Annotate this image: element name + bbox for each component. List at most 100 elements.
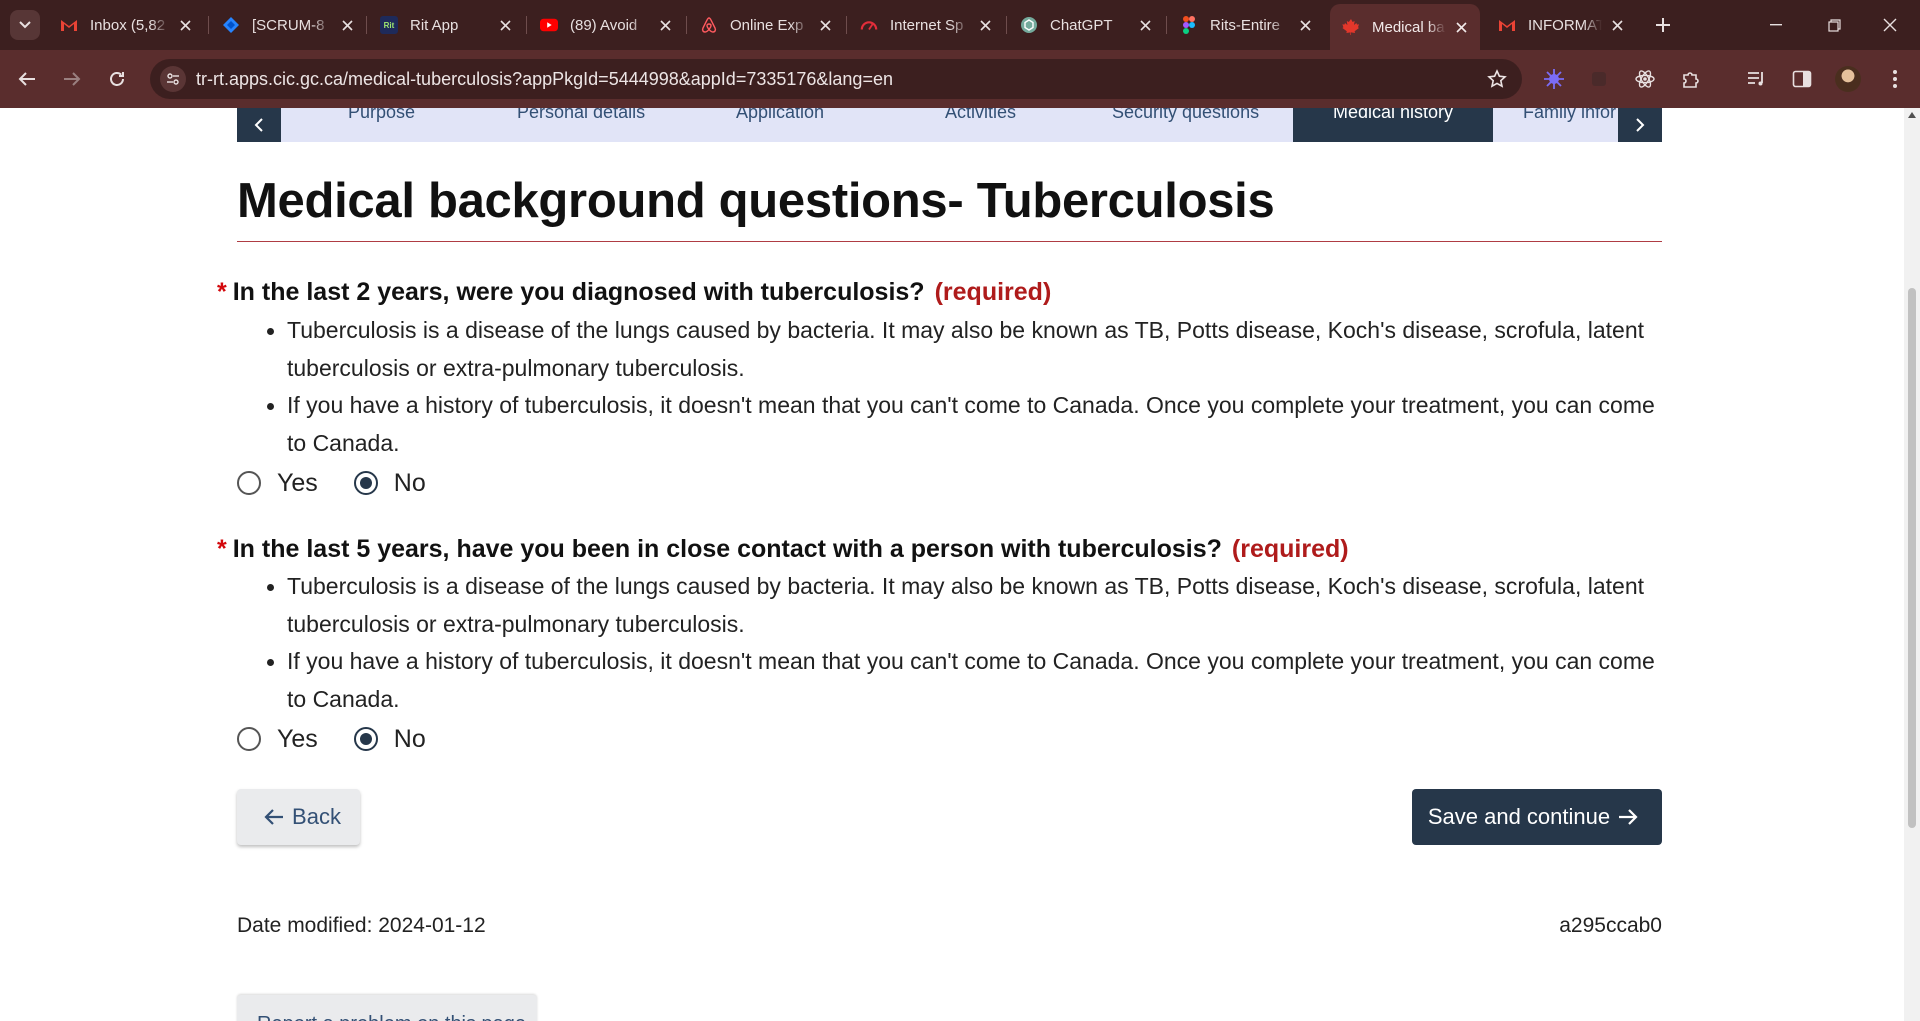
question-2-help-list: Tuberculosis is a disease of the lungs c… [267, 568, 1657, 718]
chevron-right-icon [1636, 118, 1645, 132]
extension-sparkle-button[interactable] [1541, 66, 1567, 92]
chatgpt-icon [1020, 16, 1038, 34]
tab-jira[interactable]: [SCRUM-8 [210, 8, 366, 42]
radio-label: Yes [277, 468, 318, 497]
react-icon [1635, 70, 1655, 88]
tab-gmail-information[interactable]: INFORMAT [1486, 8, 1636, 42]
tune-icon [167, 73, 179, 85]
close-icon[interactable] [1452, 18, 1470, 36]
close-icon[interactable] [656, 16, 674, 34]
step-medical-history[interactable]: Medical history [1293, 108, 1493, 142]
scroll-up-arrow-icon[interactable] [1908, 112, 1916, 118]
step-purpose[interactable]: Purpose [348, 108, 415, 136]
playlist-icon [1748, 72, 1763, 86]
tab-figma[interactable]: Rits-Entire [1168, 8, 1324, 42]
close-window-button[interactable] [1862, 0, 1918, 50]
step-family-information[interactable]: Family infor [1523, 108, 1618, 136]
plus-icon [1656, 18, 1670, 32]
step-prev-button[interactable] [237, 108, 281, 142]
save-and-continue-button[interactable]: Save and continue [1412, 789, 1662, 845]
scroll-thumb[interactable] [1908, 288, 1916, 828]
gmail-icon [1498, 16, 1516, 34]
close-icon[interactable] [176, 16, 194, 34]
tab-title: Rits-Entire [1210, 16, 1281, 34]
radio-option-yes[interactable]: Yes [237, 725, 318, 754]
page-viewport: Purpose Personal details Application Act… [0, 108, 1904, 1021]
radio-option-yes[interactable]: Yes [237, 469, 318, 498]
question-2-label: * In the last 5 years, have you been in c… [217, 535, 1349, 564]
side-panel-button[interactable] [1789, 66, 1815, 92]
jira-icon [222, 16, 240, 34]
new-tab-button[interactable] [1648, 10, 1678, 40]
url-text[interactable]: tr-rt.apps.cic.gc.ca/medical-tuberculosi… [196, 69, 893, 90]
figma-icon [1180, 16, 1198, 34]
tab-title: Internet Sp [890, 16, 964, 34]
profile-avatar[interactable] [1835, 66, 1861, 92]
tab-title: (89) Avoid [570, 16, 638, 34]
question-1-radio-group: Yes No [237, 468, 462, 498]
tab-youtube[interactable]: (89) Avoid [528, 8, 684, 42]
close-icon[interactable] [1296, 16, 1314, 34]
question-1-label: * In the last 2 years, were you diagnosed… [217, 278, 1051, 307]
radio-no-selected[interactable] [353, 471, 378, 495]
close-icon[interactable] [1136, 16, 1154, 34]
required-marker: (required) [1231, 535, 1349, 563]
close-icon[interactable] [1608, 16, 1626, 34]
tab-chatgpt[interactable]: ChatGPT [1008, 8, 1164, 42]
step-activities[interactable]: Activities [945, 108, 1016, 136]
forward-nav-button[interactable] [57, 64, 87, 94]
version-id: a295ccab0 [1559, 914, 1662, 937]
site-info-button[interactable] [160, 66, 186, 92]
step-security-questions[interactable]: Security questions [1112, 108, 1259, 136]
back-button[interactable]: Back [237, 789, 360, 845]
reload-icon [110, 72, 124, 86]
step-application[interactable]: Application [736, 108, 824, 136]
radio-yes[interactable] [237, 727, 261, 751]
airbnb-icon [700, 16, 718, 34]
step-next-button[interactable] [1618, 108, 1662, 142]
extensions-button[interactable] [1678, 66, 1704, 92]
extension-dark-button[interactable] [1586, 66, 1612, 92]
tab-title: Online Exp [730, 16, 804, 34]
tab-gmail-inbox[interactable]: Inbox (5,82 [48, 8, 204, 42]
radio-option-no[interactable]: No [353, 725, 426, 754]
close-icon[interactable] [976, 16, 994, 34]
save-button-label: Save and continue [1427, 804, 1611, 829]
report-problem-button[interactable]: Report a problem on this page [237, 995, 537, 1021]
close-icon[interactable] [816, 16, 834, 34]
tab-rit-app[interactable]: Rit Rit App [368, 8, 524, 42]
tab-speedtest[interactable]: Internet Sp [848, 8, 1004, 42]
arrow-left-icon [264, 809, 284, 825]
tab-airbnb[interactable]: Online Exp [688, 8, 844, 42]
browser-menu-button[interactable] [1882, 66, 1908, 92]
title-divider [237, 241, 1662, 242]
minimize-button[interactable] [1748, 0, 1804, 50]
bookmark-star-button[interactable] [1486, 68, 1508, 90]
radio-label: Yes [277, 724, 318, 753]
address-bar[interactable]: tr-rt.apps.cic.gc.ca/medical-tuberculosi… [150, 59, 1522, 99]
tab-title: Rit App [410, 16, 459, 34]
radio-option-no[interactable]: No [353, 469, 426, 498]
tab-title: ChatGPT [1050, 16, 1113, 34]
arrow-right-icon [64, 72, 81, 86]
reload-button[interactable] [102, 64, 132, 94]
list-item: Tuberculosis is a disease of the lungs c… [267, 568, 1657, 643]
page-scrollbar[interactable] [1904, 108, 1920, 1021]
restore-button[interactable] [1806, 0, 1862, 50]
question-2-text: In the last 5 years, have you been in cl… [232, 535, 1222, 563]
radio-yes[interactable] [237, 471, 261, 495]
close-icon[interactable] [338, 16, 356, 34]
tab-medical-background[interactable]: Medical ba [1330, 4, 1480, 50]
tab-search-button[interactable] [10, 10, 40, 40]
bullet-dot [267, 584, 274, 591]
react-devtools-button[interactable] [1632, 66, 1658, 92]
close-icon[interactable] [496, 16, 514, 34]
radio-no-selected[interactable] [353, 727, 378, 751]
tab-separator [526, 16, 527, 34]
media-controls-button[interactable] [1744, 66, 1770, 92]
close-icon [1883, 18, 1897, 32]
tab-separator [366, 16, 367, 34]
step-personal-details[interactable]: Personal details [517, 108, 645, 136]
back-nav-button[interactable] [12, 64, 42, 94]
tab-title: Medical ba [1372, 18, 1445, 36]
